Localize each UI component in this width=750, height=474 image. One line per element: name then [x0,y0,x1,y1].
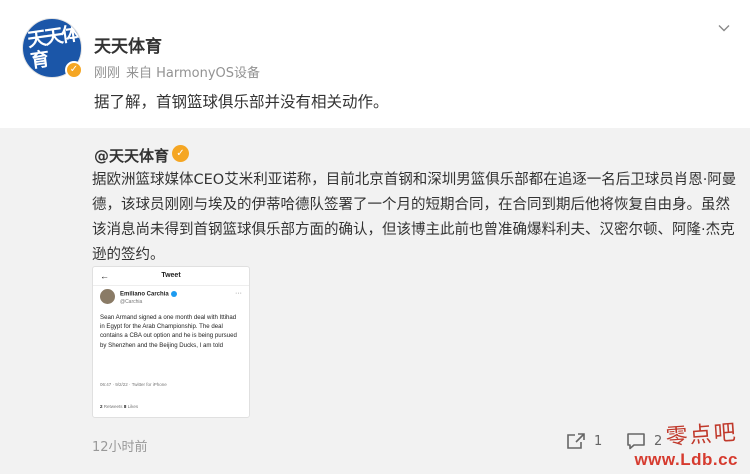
tweet-author-name-row: Emiliano Carchia [120,291,177,298]
share-button[interactable]: 1 [566,432,602,450]
tweet-author-name: Emiliano Carchia [120,291,169,298]
share-icon [567,433,585,449]
more-icon: ··· [235,290,242,297]
share-count: 1 [594,433,603,449]
post-text: 据了解，首钢篮球俱乐部并没有相关动作。 [94,93,389,111]
tweet-likes-label: Likes [127,404,139,409]
post-meta: 刚刚 来自 HarmonyOS设备 [94,62,260,81]
tweet-likes-count: 8 [123,404,127,409]
tweet-title: Tweet [161,272,181,279]
tweet-retweets-count: 2 [100,404,103,409]
tweet-author-avatar [100,289,115,304]
divider [93,285,249,286]
tweet-body: Sean Armand signed a one month deal with… [100,314,237,349]
post-header: 天天体育 ✓ 天天体育 刚刚 来自 HarmonyOS设备 据了解，首钢篮球俱乐部… [0,0,750,128]
repost-user-link[interactable]: @天天体育 [94,145,169,166]
post-time: 刚刚 [94,66,121,81]
tweet-author-handle: @Carchia [120,299,143,305]
repost-timestamp: 12小时前 [92,440,148,455]
verified-badge-icon: ✓ [172,145,189,162]
avatar[interactable]: 天天体育 ✓ [22,18,83,79]
watermark-url: www.Ldb.cc [634,450,738,469]
site-watermark: 零点吧 www.Ldb.cc [634,418,738,470]
user-name[interactable]: 天天体育 [94,32,162,57]
verified-badge-icon: ✓ [65,61,83,79]
chevron-down-icon[interactable] [718,22,730,34]
repost-text: 据欧洲篮球媒体CEO艾米利亚诺称，目前北京首钢和深圳男篮俱乐部都在追逐一名后卫球… [92,172,737,263]
watermark-logo-text: 零点吧 [665,420,739,451]
twitter-verified-icon [170,291,177,297]
tweet-time: 06:47 · 9/2/22 · Twitter for iPhone [100,382,167,387]
post-source: 来自 HarmonyOS设备 [126,66,261,81]
tweet-retweets-label: Retweets [103,404,123,409]
tweet-stats: 2 Retweets 8 Likes [100,404,138,409]
tweet-screenshot-image[interactable]: ← Tweet Emiliano Carchia @Carchia ··· Se… [92,266,250,418]
